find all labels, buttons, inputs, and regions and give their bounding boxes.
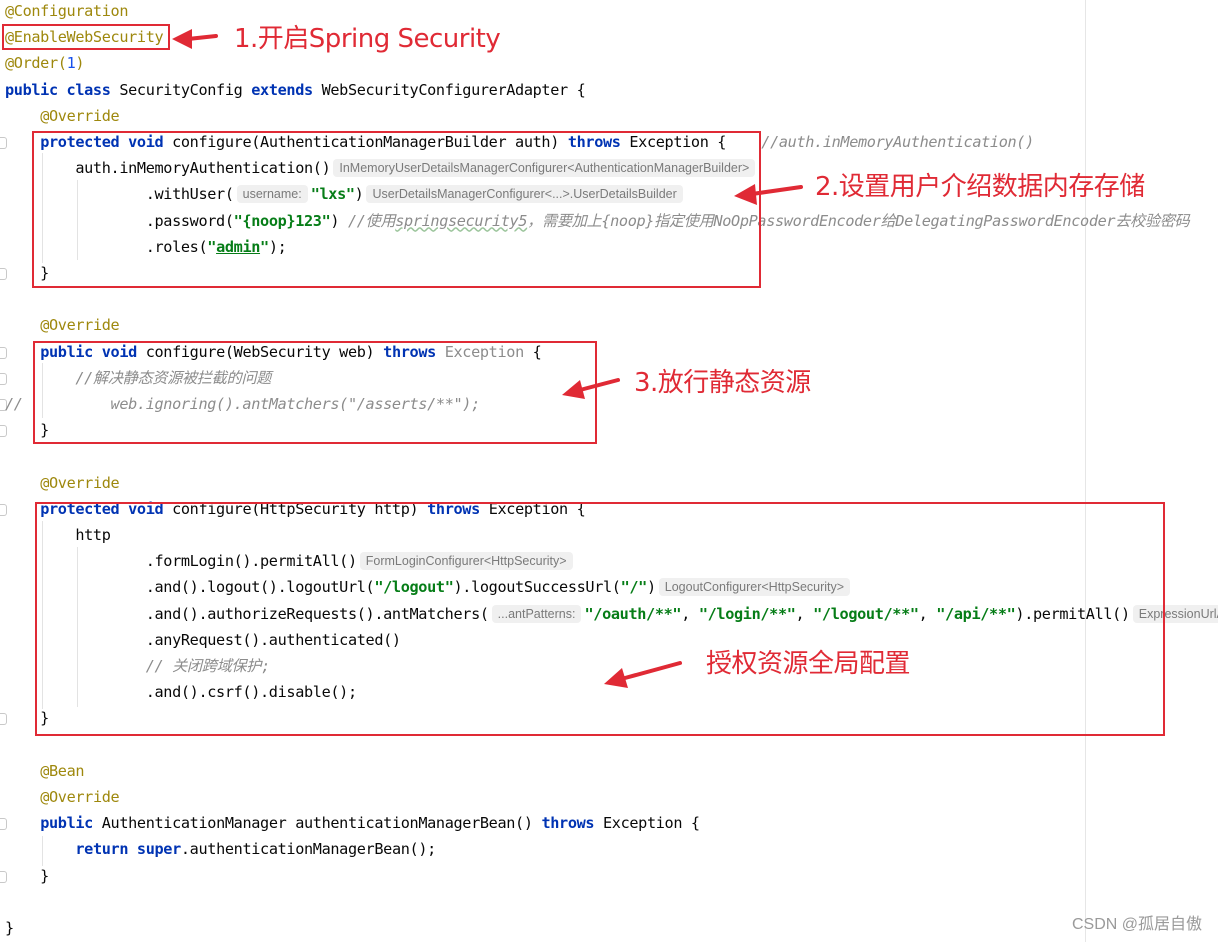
annotation-enable-security: 1.开启Spring Security <box>234 24 501 54</box>
arrow-icon <box>562 378 620 399</box>
arrow-icon <box>734 184 803 205</box>
code-editor[interactable]: @Configuration @EnableWebSecurity @Order(1… <box>0 0 1218 942</box>
watermark: CSDN @孤居自傲 <box>1071 916 1202 933</box>
arrow-icon <box>172 29 218 49</box>
annotation-in-memory-users: 2.设置用户介绍数据内存存储 <box>815 172 1145 202</box>
annotation-arrows <box>172 29 803 688</box>
arrow-icon <box>604 661 682 688</box>
annotation-global-authorization: 授权资源全局配置 <box>706 649 911 679</box>
annotation-static-resources: 3.放行静态资源 <box>634 368 811 398</box>
